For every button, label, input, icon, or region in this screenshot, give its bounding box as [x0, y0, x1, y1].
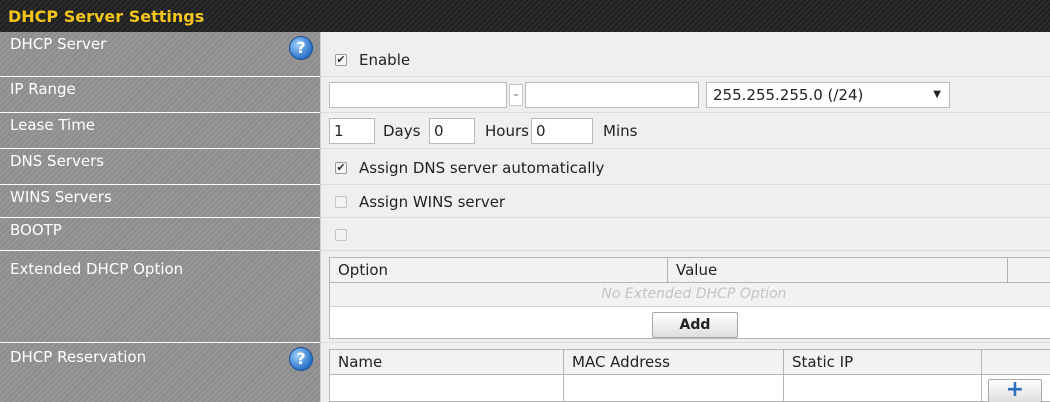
section-header: DHCP Server Settings	[0, 0, 1050, 32]
value-cell: Name MAC Address Static IP +	[320, 343, 1050, 402]
row-lease-time: Lease Time 1 Days 0 Hours 0 Mins	[0, 113, 1050, 149]
lease-days-label: Days	[383, 122, 421, 140]
dns-auto-label: Assign DNS server automatically	[359, 159, 605, 177]
ip-range-start-input[interactable]	[329, 82, 507, 108]
lease-time-label: Lease Time	[10, 116, 96, 134]
extended-option-table: Option Value No Extended DHCP Option Add	[329, 257, 1050, 339]
label-cell: DHCP Reservation ?	[0, 343, 320, 402]
row-bootp: BOOTP	[0, 218, 1050, 251]
row-dns-servers: DNS Servers ✔ Assign DNS server automati…	[0, 149, 1050, 185]
lease-hours-input[interactable]: 0	[429, 118, 475, 144]
dhcp-server-label: DHCP Server	[10, 35, 107, 53]
help-icon[interactable]: ?	[289, 347, 313, 371]
dns-auto-checkbox[interactable]: ✔	[335, 162, 347, 174]
lease-hours-label: Hours	[485, 122, 529, 140]
subnet-select[interactable]: 255.255.255.0 (/24) ▼	[706, 82, 950, 108]
label-cell: Lease Time	[0, 113, 320, 149]
empty-table-message: No Extended DHCP Option	[330, 282, 1050, 307]
wins-assign-label: Assign WINS server	[359, 193, 506, 211]
dhcp-reservation-label: DHCP Reservation	[10, 348, 147, 366]
reservation-table: Name MAC Address Static IP +	[329, 349, 1050, 402]
label-cell: DNS Servers	[0, 149, 320, 185]
wins-servers-label: WINS Servers	[10, 188, 112, 206]
reservation-mac-cell[interactable]	[564, 374, 784, 401]
reservation-name-cell[interactable]	[330, 374, 564, 401]
column-header-static-ip: Static IP	[784, 350, 982, 374]
label-cell: IP Range	[0, 77, 320, 113]
column-header-name: Name	[330, 350, 564, 374]
lease-mins-label: Mins	[603, 122, 638, 140]
bootp-label: BOOTP	[10, 221, 62, 239]
add-option-button[interactable]: Add	[652, 312, 738, 338]
dhcp-enable-checkbox[interactable]: ✔	[335, 54, 347, 66]
value-cell: ✔ Enable	[320, 32, 1050, 77]
row-ip-range: IP Range - 255.255.255.0 (/24) ▼	[0, 77, 1050, 113]
label-cell: Extended DHCP Option	[0, 251, 320, 343]
subnet-value: 255.255.255.0 (/24)	[713, 86, 864, 104]
row-extended-dhcp-option: Extended DHCP Option Option Value No Ext…	[0, 251, 1050, 343]
value-cell: Assign WINS server	[320, 185, 1050, 218]
wins-assign-checkbox[interactable]	[335, 196, 347, 208]
value-cell: ✔ Assign DNS server automatically	[320, 149, 1050, 185]
label-cell: BOOTP	[0, 218, 320, 251]
label-cell: DHCP Server ?	[0, 32, 320, 77]
plus-icon: +	[1005, 377, 1025, 402]
row-dhcp-reservation: DHCP Reservation ? Name MAC Address Stat…	[0, 343, 1050, 402]
lease-days-input[interactable]: 1	[329, 118, 375, 144]
dhcp-enable-label: Enable	[359, 51, 411, 69]
column-header-action	[1008, 258, 1050, 282]
column-header-mac-address: MAC Address	[564, 350, 784, 374]
reservation-action-cell: +	[982, 374, 1050, 402]
lease-mins-input[interactable]: 0	[531, 118, 593, 144]
ip-range-end-input[interactable]	[525, 82, 699, 108]
add-row: Add	[330, 306, 1050, 338]
extended-option-label: Extended DHCP Option	[10, 260, 184, 278]
column-header-value: Value	[668, 258, 1008, 282]
value-cell	[320, 218, 1050, 251]
add-reservation-button[interactable]: +	[988, 379, 1042, 402]
dns-servers-label: DNS Servers	[10, 152, 105, 170]
value-cell: Option Value No Extended DHCP Option Add	[320, 251, 1050, 343]
bootp-checkbox[interactable]	[335, 229, 347, 241]
value-cell: 1 Days 0 Hours 0 Mins	[320, 113, 1050, 149]
label-cell: WINS Servers	[0, 185, 320, 218]
dropdown-arrow-icon: ▼	[933, 89, 941, 100]
row-dhcp-server: DHCP Server ? ✔ Enable	[0, 32, 1050, 77]
section-title: DHCP Server Settings	[8, 7, 205, 26]
reservation-ip-cell[interactable]	[784, 374, 982, 401]
value-cell: - 255.255.255.0 (/24) ▼	[320, 77, 1050, 113]
row-wins-servers: WINS Servers Assign WINS server	[0, 185, 1050, 218]
column-header-action	[982, 350, 1050, 374]
ip-range-label: IP Range	[10, 80, 76, 98]
help-icon[interactable]: ?	[289, 36, 313, 60]
dhcp-server-settings-panel: DHCP Server Settings DHCP Server ? ✔ Ena…	[0, 0, 1050, 402]
ip-range-separator: -	[509, 84, 523, 106]
column-header-option: Option	[330, 258, 668, 282]
